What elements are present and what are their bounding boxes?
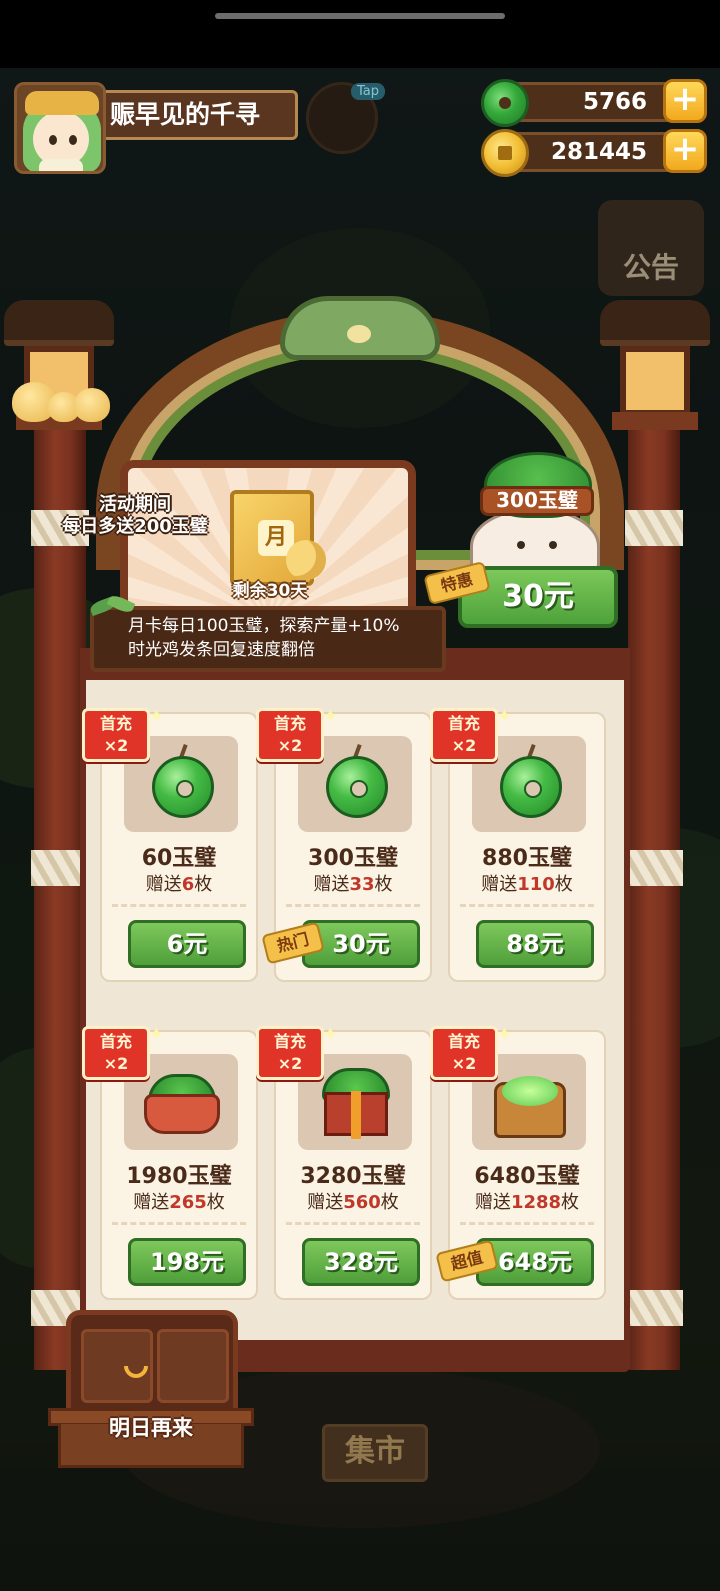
monthly-card-desc-line2: 时光鸡发条回复速度翻倍 — [128, 640, 315, 660]
status-bar-pill — [215, 13, 505, 19]
jade-count: 5766 — [582, 89, 647, 115]
right-lantern — [600, 300, 710, 430]
item-buy-button[interactable]: 328元 — [302, 1238, 420, 1286]
item-amount: 6480玉璧 — [474, 1164, 580, 1189]
sparkle-icon: ✦ — [322, 704, 339, 728]
jade-giftbox-icon — [324, 1091, 388, 1139]
item-bonus: 赠送1288枚 — [474, 1192, 580, 1213]
event-bonus-label: 每日多送200玉璧 — [62, 516, 208, 537]
left-pillar — [31, 410, 89, 1370]
first-charge-double-badge: 首充 ×2 — [430, 708, 498, 762]
item-bonus: 赠送265枚 — [133, 1192, 225, 1213]
jade-currency-bar: 5766 + — [481, 79, 707, 127]
jade-disc-icon — [500, 756, 562, 818]
item-amount: 300玉璧 — [308, 846, 398, 871]
come-back-tomorrow-label: 明日再来 — [109, 1416, 193, 1440]
item-amount: 60玉璧 — [141, 846, 217, 871]
tap-tap-icon[interactable]: Tap — [306, 82, 385, 154]
item-bonus: 赠送560枚 — [307, 1192, 399, 1213]
item-buy-button[interactable]: 88元 — [476, 920, 594, 968]
sparkle-icon: ✦ — [148, 704, 165, 728]
market-button[interactable]: 集市 — [322, 1424, 428, 1482]
add-jade-button[interactable]: + — [663, 79, 707, 123]
shop-item-300[interactable]: 300玉璧 赠送33枚 30元 热门 首充 ×2 ✦ — [256, 704, 432, 982]
shop-item-880[interactable]: 880玉璧 赠送110枚 88元 首充 ×2 ✦ — [430, 704, 606, 982]
first-charge-double-badge: 首充 ×2 — [256, 708, 324, 762]
sparkle-icon: ✦ — [496, 1022, 513, 1046]
wardrobe-icon — [66, 1310, 238, 1414]
first-charge-double-badge: 首充 ×2 — [82, 708, 150, 762]
status-bar — [0, 0, 720, 68]
monthly-card-description: 月卡每日100玉璧，探索产量+10% 时光鸡发条回复速度翻倍 — [90, 606, 446, 672]
tap-badge: Tap — [350, 83, 385, 100]
notice-board-button[interactable]: 公告 — [598, 200, 704, 296]
item-amount: 3280玉璧 — [300, 1164, 406, 1189]
right-pillar — [625, 410, 683, 1370]
item-bonus: 赠送6枚 — [145, 874, 213, 895]
leaf-icon — [86, 596, 142, 618]
coin-count: 281445 — [550, 139, 647, 165]
arch-crest — [280, 296, 440, 360]
moon-icon — [286, 540, 326, 580]
add-coin-button[interactable]: + — [663, 129, 707, 173]
item-bonus: 赠送33枚 — [313, 874, 393, 895]
item-buy-button[interactable]: 6元 — [128, 920, 246, 968]
player-avatar[interactable] — [14, 82, 106, 174]
shop-item-6480[interactable]: 6480玉璧 赠送1288枚 648元 超值 首充 ×2 ✦ — [430, 1022, 606, 1300]
remaining-days: 剩余30天 — [232, 581, 308, 601]
chicks-decoration — [12, 378, 112, 422]
sparkle-icon: ✦ — [496, 704, 513, 728]
shop-item-60[interactable]: 60玉璧 赠送6枚 6元 首充 ×2 ✦ — [82, 704, 258, 982]
shop-item-3280[interactable]: 3280玉璧 赠送560枚 328元 首充 ×2 ✦ — [256, 1022, 432, 1300]
jade-icon — [481, 79, 529, 127]
come-back-tomorrow-button[interactable]: 明日再来 — [48, 1310, 254, 1474]
player-name: 赈早见的千寻 — [104, 90, 298, 140]
first-charge-double-badge: 首充 ×2 — [82, 1026, 150, 1080]
coin-currency-bar: 281445 + — [481, 129, 707, 177]
first-charge-double-badge: 首充 ×2 — [430, 1026, 498, 1080]
monthly-card-desc-line1: 月卡每日100玉璧，探索产量+10% — [128, 616, 400, 636]
special-offer-amount: 300玉璧 — [480, 486, 594, 516]
sparkle-icon: ✦ — [148, 1022, 165, 1046]
item-amount: 880玉璧 — [482, 846, 572, 871]
item-buy-button[interactable]: 198元 — [128, 1238, 246, 1286]
jade-disc-icon — [152, 756, 214, 818]
coin-icon — [481, 129, 529, 177]
item-amount: 1980玉璧 — [126, 1164, 232, 1189]
jade-basket-icon — [144, 1094, 220, 1134]
shop-item-1980[interactable]: 1980玉璧 赠送265枚 198元 首充 ×2 ✦ — [82, 1022, 258, 1300]
item-bonus: 赠送110枚 — [481, 874, 573, 895]
notice-label: 公告 — [622, 251, 679, 284]
sparkle-icon: ✦ — [322, 1022, 339, 1046]
first-charge-double-badge: 首充 ×2 — [256, 1026, 324, 1080]
jade-disc-icon — [326, 756, 388, 818]
